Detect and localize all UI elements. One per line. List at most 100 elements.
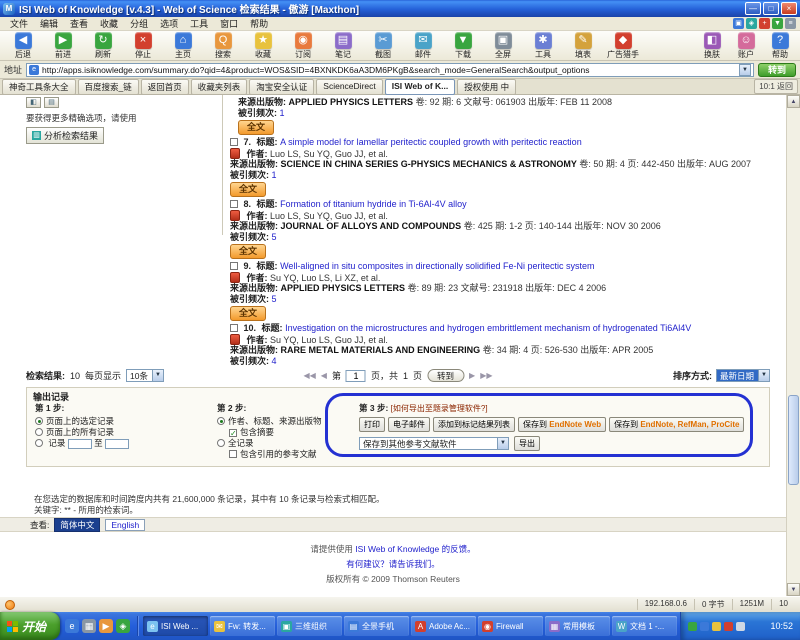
times-cited-link[interactable]: 1 <box>272 170 277 180</box>
fav-tab-3[interactable]: 收藏夹列表 <box>190 78 248 95</box>
taskbar-button-0[interactable]: e ISI Web ... <box>143 616 209 636</box>
radio-selected-records[interactable] <box>35 417 43 425</box>
collapse-panel-icon[interactable]: ◧ <box>26 97 41 108</box>
times-cited-link[interactable]: 4 <box>272 356 277 366</box>
toolbar-back-button[interactable]: ◀ 后退 <box>3 31 43 60</box>
fulltext-provider-icon[interactable] <box>230 147 240 159</box>
scroll-down-icon[interactable]: ▼ <box>787 583 800 596</box>
menu-item-收藏[interactable]: 收藏 <box>94 17 124 30</box>
fav-tab-2[interactable]: 返回首页 <box>140 78 189 95</box>
record-title-link[interactable]: Well-aligned in situ composites in direc… <box>280 261 594 271</box>
fav-tab-0[interactable]: 神奇工具条大全 <box>2 78 76 95</box>
menu-item-工具[interactable]: 工具 <box>184 17 214 30</box>
taskbar-button-3[interactable]: ▤ 全景手机 <box>344 616 410 636</box>
menu-blue-icon[interactable]: ▣ <box>733 18 744 29</box>
menu-item-查看[interactable]: 查看 <box>64 17 94 30</box>
toolbar-download-button[interactable]: ▼ 下载 <box>443 31 483 60</box>
fav-tab-6[interactable]: ISI Web of K... <box>384 78 456 95</box>
toolbar-notes-button[interactable]: ▤ 笔记 <box>323 31 363 60</box>
taskbar-button-5[interactable]: ◉ Firewall <box>478 616 544 636</box>
menu-item-选项[interactable]: 选项 <box>154 17 184 30</box>
goto-page-button[interactable]: 转到 <box>427 369 465 382</box>
pagination-last-button[interactable]: ▶▶ <box>480 371 492 380</box>
toolbar-refresh-button[interactable]: ↻ 刷新 <box>83 31 123 60</box>
record-checkbox[interactable] <box>230 200 238 208</box>
menu-red-icon[interactable]: + <box>759 18 770 29</box>
print-button[interactable]: 打印 <box>359 417 385 432</box>
record-title-link[interactable]: A simple model for lamellar peritectic c… <box>280 137 582 147</box>
record-checkbox[interactable] <box>230 138 238 146</box>
save-other-software-select[interactable]: 保存到其他参考文献软件 ▼ <box>359 437 509 450</box>
taskbar-button-2[interactable]: ▣ 三维组织 <box>277 616 343 636</box>
taskbar-button-1[interactable]: ✉ Fw: 转发... <box>210 616 276 636</box>
menu-item-帮助[interactable]: 帮助 <box>244 17 274 30</box>
toolbar-home-button[interactable]: ⌂ 主页 <box>163 31 203 60</box>
toolbar-tools-button[interactable]: ✱ 工具 <box>523 31 563 60</box>
record-title-link[interactable]: Investigation on the microstructures and… <box>285 323 691 333</box>
tray-network-icon[interactable] <box>700 621 709 631</box>
suggestion-link[interactable]: 有何建议？请告诉我们。 <box>0 558 786 570</box>
tray-volume-icon[interactable] <box>712 621 721 631</box>
pagination-next-button[interactable]: ▶ <box>469 371 475 380</box>
lang-zh-button[interactable]: 简体中文 <box>54 517 101 532</box>
menu-gray-icon[interactable]: ≡ <box>785 18 796 29</box>
range-from-input[interactable] <box>67 438 92 449</box>
fulltext-provider-icon[interactable] <box>230 333 240 345</box>
times-cited-link[interactable]: 1 <box>280 108 285 118</box>
save-endnote-refman-button[interactable]: 保存到 EndNote, RefMan, ProCite <box>609 417 745 432</box>
fav-tab-1[interactable]: 百度搜索_链 <box>77 78 139 95</box>
menu-item-分组[interactable]: 分组 <box>124 17 154 30</box>
pagination-first-button[interactable]: ◀◀ <box>303 371 315 380</box>
toolbar-snapshot-button[interactable]: ✂ 截图 <box>363 31 403 60</box>
toolbar-help-button[interactable]: ? 帮助 <box>763 31 797 60</box>
add-to-marked-list-button[interactable]: 添加到标记结果列表 <box>433 417 515 432</box>
address-dropdown-icon[interactable]: ▼ <box>739 63 751 76</box>
fav-tab-5[interactable]: ScienceDirect <box>316 78 383 95</box>
sort-select[interactable]: 最新日期 ▼ <box>715 369 770 382</box>
toolbar-mail-button[interactable]: ✉ 邮件 <box>403 31 443 60</box>
scroll-up-icon[interactable]: ▲ <box>787 95 800 108</box>
taskbar-button-7[interactable]: W 文档 1 -... <box>612 616 678 636</box>
taskbar-button-4[interactable]: A Adobe Ac... <box>411 616 477 636</box>
quicklaunch-msn-icon[interactable]: ◈ <box>116 619 131 633</box>
radio-record-range[interactable] <box>35 439 43 447</box>
vertical-scrollbar[interactable]: ▲ ▼ <box>786 95 800 596</box>
toolbar-autofill-button[interactable]: ✎ 填表 <box>563 31 603 60</box>
checkbox-include-abstract[interactable]: ✓ <box>229 429 237 438</box>
record-title-link[interactable]: Formation of titanium hydride in Ti-6Al-… <box>280 199 467 209</box>
fav-tab-7[interactable]: 授权使用 中 <box>457 78 517 95</box>
fav-tab-4[interactable]: 淘宝安全认证 <box>249 78 315 95</box>
menu-item-文件[interactable]: 文件 <box>4 17 34 30</box>
fulltext-provider-icon[interactable] <box>230 209 240 221</box>
toolbar-fullscreen-button[interactable]: ▣ 全屏 <box>483 31 523 60</box>
menu-teal-icon[interactable]: ◈ <box>746 18 757 29</box>
save-endnote-web-button[interactable]: 保存到 EndNote Web <box>518 417 607 432</box>
fulltext-button[interactable]: 全文 <box>230 306 267 321</box>
tray-alert-icon[interactable] <box>724 621 733 631</box>
analyze-results-button[interactable]: ▥ 分析检索结果 <box>26 127 105 144</box>
email-button[interactable]: 电子邮件 <box>388 417 430 432</box>
tray-antivirus-icon[interactable] <box>688 621 697 631</box>
per-page-select[interactable]: 10条 ▼ <box>126 369 164 382</box>
radio-all-records[interactable] <box>35 428 43 436</box>
record-checkbox[interactable] <box>230 324 238 332</box>
times-cited-link[interactable]: 5 <box>272 294 277 304</box>
range-to-input[interactable] <box>105 438 130 449</box>
radio-full-record[interactable] <box>217 439 225 447</box>
favbar-right-button[interactable]: 10:1 返回 <box>754 79 798 94</box>
checkbox-cited-references[interactable] <box>229 450 237 458</box>
toolbar-stop-button[interactable]: × 停止 <box>123 31 163 60</box>
close-button[interactable]: × <box>781 2 797 15</box>
times-cited-link[interactable]: 5 <box>272 232 277 242</box>
taskbar-button-6[interactable]: ▦ 常用模板 <box>545 616 611 636</box>
start-button[interactable]: 开始 <box>0 612 61 640</box>
quicklaunch-desktop-icon[interactable]: ▦ <box>82 619 97 633</box>
feedback-link[interactable]: ISI Web of Knowledge 的反馈。 <box>355 544 475 554</box>
quicklaunch-media-icon[interactable]: ▶ <box>99 619 114 633</box>
tray-system-icon[interactable] <box>736 621 745 631</box>
export-help-link[interactable]: [如何导出至题录管理软件?] <box>391 404 488 413</box>
expand-panel-icon[interactable]: ▤ <box>44 97 59 108</box>
menu-item-窗口[interactable]: 窗口 <box>214 17 244 30</box>
record-checkbox[interactable] <box>230 262 238 270</box>
pagination-prev-button[interactable]: ◀ <box>321 371 327 380</box>
